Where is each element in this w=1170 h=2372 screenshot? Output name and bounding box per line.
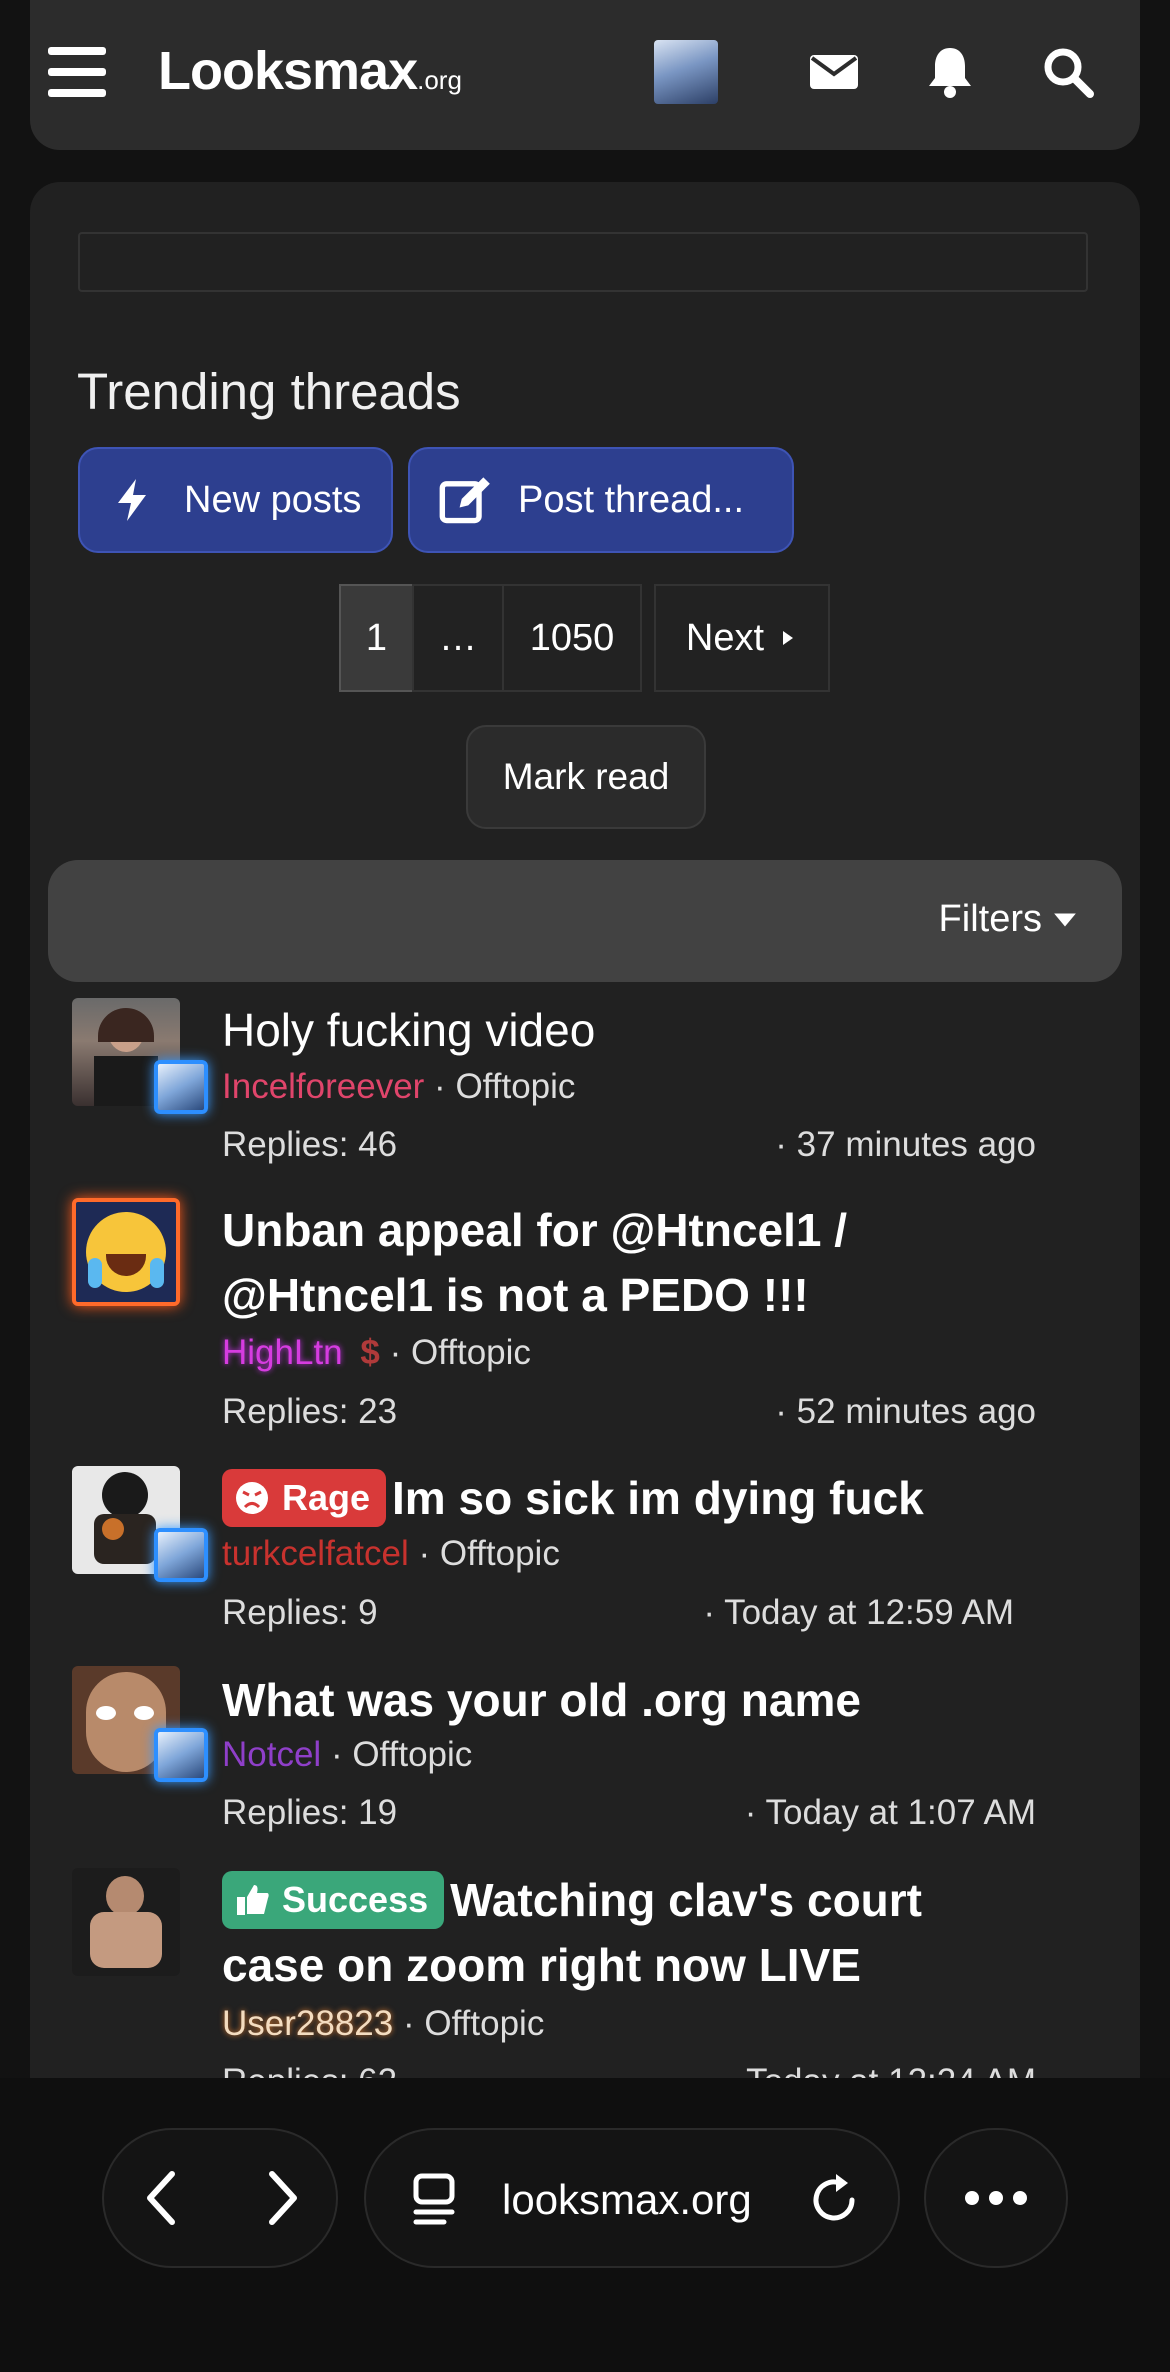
- thread-meta: Notcel · Offtopic: [222, 1735, 472, 1775]
- page-title: Trending threads: [77, 363, 461, 420]
- thread-author[interactable]: User28823: [222, 2004, 393, 2043]
- thread-title-line: Unban appeal for @Htncel1 /: [222, 1204, 848, 1256]
- site-logo[interactable]: Looksmax.org: [158, 40, 462, 102]
- meta-separator: ·: [379, 1333, 411, 1372]
- thread-forum[interactable]: Offtopic: [440, 1534, 560, 1573]
- bell-icon[interactable]: [920, 42, 980, 102]
- success-label: Success: [222, 1870, 445, 1929]
- label-text: Rage: [282, 1477, 371, 1519]
- new-posts-button[interactable]: New posts: [78, 447, 393, 553]
- menu-icon[interactable]: [48, 45, 108, 99]
- thread-title-text: Watching clav's court: [450, 1874, 922, 1926]
- page-1[interactable]: 1: [339, 584, 414, 692]
- post-thread-button[interactable]: Post thread...: [408, 447, 794, 553]
- meta-separator: ·: [424, 1067, 456, 1106]
- bolt-icon: [118, 479, 146, 521]
- next-page-button[interactable]: Next: [654, 584, 830, 692]
- thread-time: · 52 minutes ago: [775, 1392, 1036, 1431]
- url-text[interactable]: looksmax.org: [502, 2176, 752, 2224]
- thread-title[interactable]: Success Watching clav's court case on zo…: [222, 1868, 1082, 1998]
- thread-author[interactable]: HighLtn: [222, 1333, 343, 1372]
- thread-title-text: Im so sick im dying fuck: [392, 1472, 924, 1524]
- thread-author[interactable]: Notcel: [222, 1735, 321, 1774]
- thread-forum[interactable]: Offtopic: [411, 1333, 531, 1372]
- thread-time: · Today at 12:59 AM: [703, 1593, 1014, 1632]
- forward-icon[interactable]: [258, 2168, 308, 2228]
- user-mini-avatar: [154, 1528, 208, 1582]
- thread-replies: Replies: 46: [222, 1125, 398, 1164]
- page-ellipsis[interactable]: …: [412, 584, 504, 692]
- thread-meta: User28823 · Offtopic: [222, 2004, 544, 2044]
- caret-right-icon: [783, 631, 794, 645]
- caret-down-icon: [1054, 913, 1076, 926]
- thread-time: · 37 minutes ago: [775, 1125, 1036, 1164]
- thread-time-value: Today at 1:07 AM: [765, 1793, 1036, 1832]
- meta-separator: ·: [393, 2004, 425, 2043]
- thread-title[interactable]: Unban appeal for @Htncel1 / @Htncel1 is …: [222, 1198, 1082, 1328]
- thread-replies: Replies: 23: [222, 1392, 398, 1431]
- thread-avatar[interactable]: [72, 1198, 180, 1306]
- filters-button[interactable]: Filters: [939, 898, 1078, 941]
- user-mini-avatar: [154, 1060, 208, 1114]
- thread-forum[interactable]: Offtopic: [424, 2004, 544, 2043]
- angry-face-icon: [236, 1481, 268, 1514]
- page-last[interactable]: 1050: [502, 584, 642, 692]
- edit-icon: [439, 477, 490, 524]
- thread-title[interactable]: Rage Im so sick im dying fuck: [222, 1466, 1082, 1531]
- thread-replies: Replies: 19: [222, 1793, 398, 1832]
- tabs-icon[interactable]: [410, 2172, 460, 2226]
- logo-text: Looksmax: [158, 41, 418, 101]
- back-icon[interactable]: [136, 2168, 186, 2228]
- thread-meta: turkcelfatcel · Offtopic: [222, 1534, 560, 1574]
- thread-time-value: 52 minutes ago: [796, 1392, 1036, 1431]
- reload-icon[interactable]: [808, 2170, 864, 2228]
- thread-forum[interactable]: Offtopic: [455, 1067, 575, 1106]
- thread-time: · Today at 1:07 AM: [744, 1793, 1036, 1832]
- dollar-icon: $: [360, 1333, 380, 1372]
- thread-title[interactable]: Holy fucking video: [222, 998, 1082, 1063]
- mark-read-button[interactable]: Mark read: [466, 725, 706, 829]
- thread-avatar[interactable]: [72, 1868, 180, 1976]
- more-icon: [965, 2191, 1027, 2205]
- thread-replies: Replies: 9: [222, 1593, 378, 1632]
- thread-time-value: Today at 12:59 AM: [724, 1593, 1014, 1632]
- envelope-icon[interactable]: [804, 42, 864, 102]
- thread-title[interactable]: What was your old .org name: [222, 1668, 1082, 1733]
- filters-label: Filters: [938, 898, 1042, 940]
- ad-placeholder: [78, 232, 1088, 292]
- meta-separator: ·: [408, 1534, 440, 1573]
- thread-meta: Incelforeever · Offtopic: [222, 1067, 575, 1107]
- thread-title-line: @Htncel1 is not a PEDO !!!: [222, 1269, 809, 1321]
- thread-title-line: case on zoom right now LIVE: [222, 1939, 861, 1991]
- rage-label: Rage: [222, 1468, 387, 1527]
- thread-forum[interactable]: Offtopic: [352, 1735, 472, 1774]
- thread-author[interactable]: turkcelfatcel: [222, 1534, 409, 1573]
- meta-separator: ·: [321, 1735, 353, 1774]
- thumbs-up-icon: [237, 1884, 269, 1915]
- label-text: Success: [282, 1879, 429, 1921]
- search-icon[interactable]: [1038, 42, 1098, 102]
- thread-author[interactable]: Incelforeever: [222, 1067, 424, 1106]
- post-thread-label: Post thread...: [518, 478, 745, 521]
- user-mini-avatar: [154, 1728, 208, 1782]
- thread-meta: HighLtn $ · Offtopic: [222, 1333, 531, 1373]
- next-label: Next: [685, 616, 765, 659]
- new-posts-label: New posts: [184, 478, 362, 521]
- thread-time-value: 37 minutes ago: [796, 1125, 1036, 1164]
- user-avatar[interactable]: [654, 40, 718, 104]
- logo-suffix: .org: [417, 65, 462, 95]
